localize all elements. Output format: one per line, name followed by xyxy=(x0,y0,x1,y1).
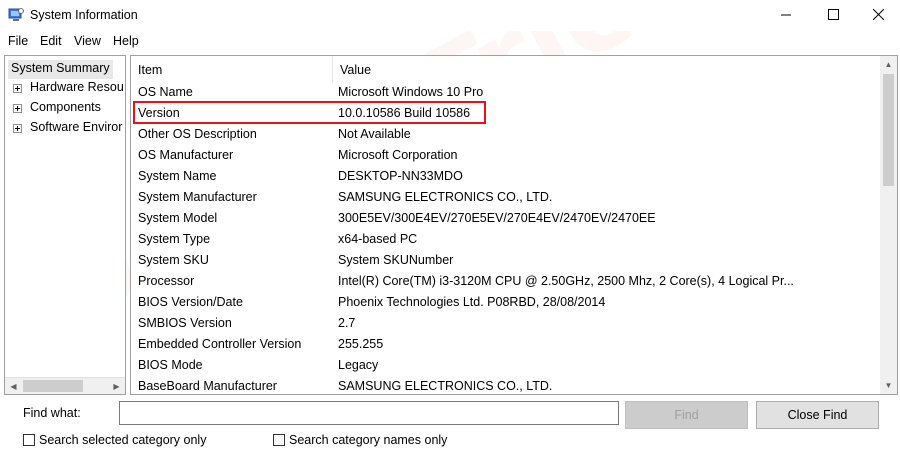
table-row[interactable]: Version 10.0.10586 Build 10586 xyxy=(131,103,881,124)
search-category-names-checkbox[interactable] xyxy=(273,434,285,446)
scroll-right-icon[interactable]: ▶ xyxy=(108,378,125,394)
row-item-cell: System Name xyxy=(138,169,217,183)
row-value-cell: Microsoft Corporation xyxy=(338,148,458,162)
expand-icon[interactable] xyxy=(13,104,22,113)
minimize-icon xyxy=(780,9,792,23)
row-item-cell: BIOS Mode xyxy=(138,358,203,372)
table-row[interactable]: BIOS Mode Legacy xyxy=(131,355,881,376)
tree-item-hardware-resources[interactable]: Hardware Resou xyxy=(5,80,125,99)
search-selected-category-label: Search selected category only xyxy=(39,433,207,447)
menu-view[interactable]: View xyxy=(74,34,101,48)
scrollbar-thumb[interactable] xyxy=(883,74,894,186)
row-item-cell: Other OS Description xyxy=(138,127,257,141)
column-header-value[interactable]: Value xyxy=(332,56,882,82)
tree-horizontal-scrollbar[interactable]: ◀ ▶ xyxy=(5,377,125,394)
table-row[interactable]: System Manufacturer SAMSUNG ELECTRONICS C… xyxy=(131,187,881,208)
table-row[interactable]: OS Manufacturer Microsoft Corporation xyxy=(131,145,881,166)
close-find-button[interactable]: Close Find xyxy=(756,401,879,429)
row-item-cell: System SKU xyxy=(138,253,209,267)
search-category-names-option[interactable]: Search category names only xyxy=(273,433,447,447)
table-row[interactable]: Embedded Controller Version 255.255 xyxy=(131,334,881,355)
row-item-cell: System Model xyxy=(138,211,218,225)
details-list[interactable]: Item Value OS Name Microsoft Windows 10 P… xyxy=(130,55,898,395)
row-value-cell: 10.0.10586 Build 10586 xyxy=(338,106,471,120)
row-item-cell: Processor xyxy=(138,274,195,288)
table-row[interactable]: System Name DESKTOP-NN33MDO xyxy=(131,166,881,187)
menu-file[interactable]: File xyxy=(8,34,28,48)
maximize-button[interactable] xyxy=(810,0,856,31)
close-icon xyxy=(872,8,884,23)
find-button[interactable]: Find xyxy=(625,401,748,429)
title-bar: System Information xyxy=(0,0,900,31)
row-item-cell: SMBIOS Version xyxy=(138,316,232,330)
table-row[interactable]: System Type x64-based PC xyxy=(131,229,881,250)
row-value-cell: 2.7 xyxy=(338,316,356,330)
find-what-label: Find what: xyxy=(23,406,81,420)
table-row[interactable]: BaseBoard Manufacturer SAMSUNG ELECTRONIC… xyxy=(131,376,881,394)
row-value-cell: 255.255 xyxy=(338,337,384,351)
row-item-cell: BaseBoard Manufacturer xyxy=(138,379,277,393)
close-button[interactable] xyxy=(855,0,900,31)
tree-item-label: Components xyxy=(30,100,101,114)
tree-item-label: Hardware Resou xyxy=(30,80,124,94)
row-value-cell: Microsoft Windows 10 Pro xyxy=(338,85,484,99)
scroll-up-icon[interactable]: ▲ xyxy=(880,56,897,73)
maximize-icon xyxy=(827,8,839,23)
expand-icon[interactable] xyxy=(13,124,22,133)
search-selected-category-option[interactable]: Search selected category only xyxy=(23,433,206,447)
find-what-input[interactable] xyxy=(119,401,619,425)
row-item-cell: OS Name xyxy=(138,85,193,99)
tree-item-software-environment[interactable]: Software Enviror xyxy=(5,120,125,139)
row-value-cell: 300E5EV/300E4EV/270E5EV/270E4EV/2470EV/2… xyxy=(338,211,656,225)
menu-help[interactable]: Help xyxy=(113,34,139,48)
row-item-cell: Version xyxy=(138,106,180,120)
table-row[interactable]: SMBIOS Version 2.7 xyxy=(131,313,881,334)
system-information-icon xyxy=(8,8,24,22)
tree-item-system-summary[interactable]: System Summary xyxy=(8,60,113,79)
table-body: OS Name Microsoft Windows 10 Pro Version 10… xyxy=(131,82,881,394)
row-value-cell: x64-based PC xyxy=(338,232,418,246)
row-value-cell: System SKUNumber xyxy=(338,253,454,267)
scroll-down-icon[interactable]: ▼ xyxy=(880,377,897,394)
row-value-cell: SAMSUNG ELECTRONICS CO., LTD. xyxy=(338,190,553,204)
column-header-item[interactable]: Item xyxy=(131,56,331,82)
table-row[interactable]: OS Name Microsoft Windows 10 Pro xyxy=(131,82,881,103)
table-row[interactable]: BIOS Version/Date Phoenix Technologies Lt… xyxy=(131,292,881,313)
search-category-names-label: Search category names only xyxy=(289,433,448,447)
minimize-button[interactable] xyxy=(763,0,809,31)
tree-item-label: Software Enviror xyxy=(30,120,123,134)
table-row[interactable]: Processor Intel(R) Core(TM) i3-3120M CPU … xyxy=(131,271,881,292)
scrollbar-thumb[interactable] xyxy=(23,380,83,392)
row-item-cell: BIOS Version/Date xyxy=(138,295,243,309)
row-item-cell: System Manufacturer xyxy=(138,190,257,204)
expand-icon[interactable] xyxy=(13,84,22,93)
search-selected-category-checkbox[interactable] xyxy=(23,434,35,446)
row-value-cell: DESKTOP-NN33MDO xyxy=(338,169,463,183)
row-item-cell: Embedded Controller Version xyxy=(138,337,302,351)
menu-bar: File Edit View Help xyxy=(0,31,900,51)
row-value-cell: Legacy xyxy=(338,358,379,372)
row-item-cell: OS Manufacturer xyxy=(138,148,234,162)
tree-item-components[interactable]: Components xyxy=(5,100,125,119)
category-tree[interactable]: System Summary Hardware Resou Components… xyxy=(4,55,126,395)
table-row[interactable]: Other OS Description Not Available xyxy=(131,124,881,145)
row-item-cell: System Type xyxy=(138,232,211,246)
row-value-cell: Intel(R) Core(TM) i3-3120M CPU @ 2.50GHz… xyxy=(338,274,794,288)
row-value-cell: Not Available xyxy=(338,127,411,141)
menu-edit[interactable]: Edit xyxy=(40,34,62,48)
row-value-cell: SAMSUNG ELECTRONICS CO., LTD. xyxy=(338,379,553,393)
table-row[interactable]: System Model 300E5EV/300E4EV/270E5EV/270E… xyxy=(131,208,881,229)
row-value-cell: Phoenix Technologies Ltd. P08RBD, 28/08/… xyxy=(338,295,606,309)
window-title: System Information xyxy=(30,8,138,22)
scroll-left-icon[interactable]: ◀ xyxy=(5,378,22,394)
table-row[interactable]: System SKU System SKUNumber xyxy=(131,250,881,271)
details-vertical-scrollbar[interactable]: ▲ ▼ xyxy=(880,56,897,394)
